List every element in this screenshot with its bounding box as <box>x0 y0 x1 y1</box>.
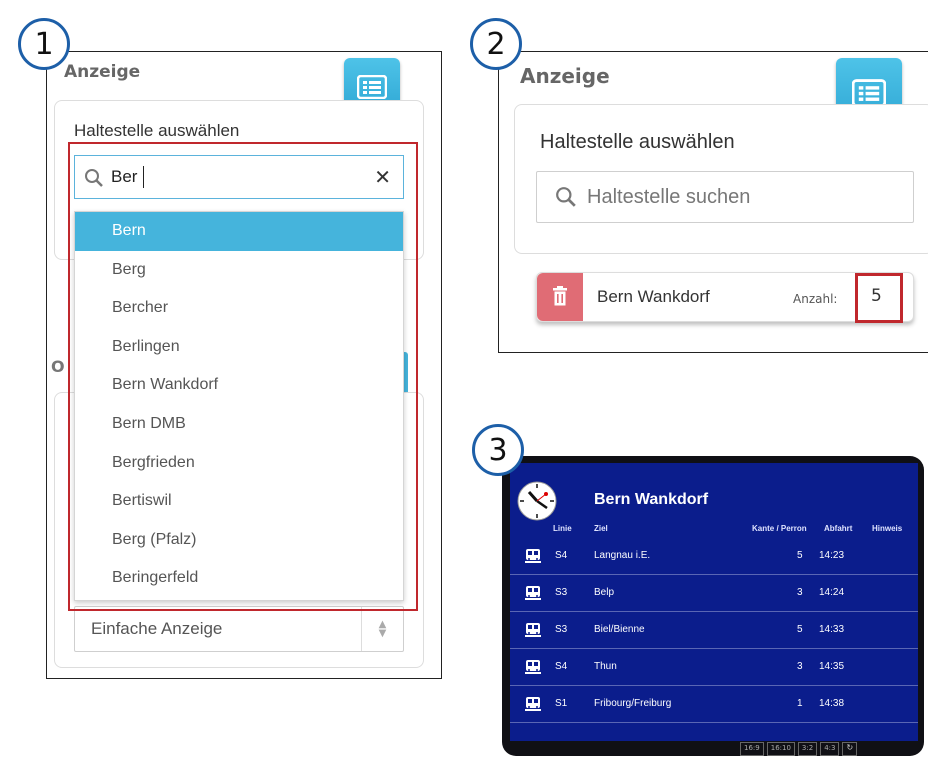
row-ziel: Belp <box>594 587 615 598</box>
count-input[interactable]: 5 <box>855 273 903 323</box>
search-icon <box>556 187 576 207</box>
train-icon <box>525 623 541 637</box>
search-icon <box>85 169 103 187</box>
row-linie: S1 <box>555 698 568 709</box>
row-abfahrt: 14:33 <box>819 624 845 635</box>
aspect-16-9[interactable]: 16:9 <box>740 742 764 756</box>
train-icon <box>525 549 541 563</box>
aspect-4-3[interactable]: 4:3 <box>820 742 840 756</box>
display-type-value: Einfache Anzeige <box>91 619 223 638</box>
list-item[interactable]: Bern Wankdorf <box>75 366 403 405</box>
header-ziel: Ziel <box>594 524 608 533</box>
aspect-16-10[interactable]: 16:10 <box>766 742 795 756</box>
rotate-icon[interactable]: ↻ <box>842 742 858 756</box>
row-abfahrt: 14:24 <box>819 587 845 598</box>
list-item[interactable]: Berlingen <box>75 328 403 367</box>
row-linie: S3 <box>555 587 568 598</box>
panel1-partial-letter: O <box>51 357 65 376</box>
list-icon <box>852 79 886 107</box>
panel2-heading: Anzeige <box>520 64 610 88</box>
train-icon <box>525 697 541 711</box>
list-item[interactable]: Berg <box>75 251 403 290</box>
stop-search-input[interactable]: Ber ✕ <box>74 155 404 199</box>
header-kante: Kante / Perron <box>752 524 807 533</box>
text-caret <box>143 166 144 188</box>
list-item[interactable]: Bercher <box>75 289 403 328</box>
row-linie: S4 <box>555 661 568 672</box>
list-item[interactable]: Beringerfeld <box>75 559 403 598</box>
row-abfahrt: 14:38 <box>819 698 845 709</box>
row-kante: 3 <box>797 587 803 598</box>
train-icon <box>525 660 541 674</box>
list-item[interactable]: Bern <box>75 212 403 251</box>
step-badge-3: 3 <box>472 424 524 476</box>
count-value: 5 <box>871 286 882 306</box>
row-ziel: Biel/Bienne <box>594 624 645 635</box>
count-label: Anzahl: <box>793 292 838 306</box>
row-linie: S4 <box>555 550 568 561</box>
list-icon <box>357 75 387 99</box>
stop-results-list: Bern Berg Bercher Berlingen Bern Wankdor… <box>74 211 404 601</box>
row-abfahrt: 14:35 <box>819 661 845 672</box>
step-badge-1: 1 <box>18 18 70 70</box>
aspect-ratio-bar: 16:9 16:10 3:2 4:3 ↻ <box>740 742 896 756</box>
table-row: S4 Thun 3 14:35 <box>510 649 918 686</box>
list-item[interactable]: Bern DMB <box>75 405 403 444</box>
select-arrows-icon: ▲ ▼ <box>361 607 403 651</box>
table-row: S3 Belp 3 14:24 <box>510 575 918 612</box>
clear-icon[interactable]: ✕ <box>374 165 391 189</box>
table-row: S1 Fribourg/Freiburg 1 14:38 <box>510 686 918 723</box>
header-linie: Linie <box>553 524 572 533</box>
search-placeholder: Haltestelle suchen <box>587 186 751 208</box>
panel2-select-label: Haltestelle auswählen <box>540 131 735 153</box>
step-badge-2: 2 <box>470 18 522 70</box>
row-kante: 5 <box>797 624 803 635</box>
panel1-heading: Anzeige <box>64 62 141 82</box>
header-hinweis: Hinweis <box>872 524 903 533</box>
departure-board: Bern Wankdorf Linie Ziel Kante / Perron … <box>510 463 918 741</box>
panel1-select-label: Haltestelle auswählen <box>74 121 240 140</box>
row-ziel: Fribourg/Freiburg <box>594 698 672 709</box>
row-abfahrt: 14:23 <box>819 550 845 561</box>
list-item[interactable]: Berg (Pfalz) <box>75 521 403 560</box>
trash-icon <box>553 286 567 306</box>
row-linie: S3 <box>555 624 568 635</box>
header-abfahrt: Abfahrt <box>824 524 853 533</box>
display-type-select[interactable]: Einfache Anzeige ▲ ▼ <box>74 606 404 652</box>
row-ziel: Thun <box>594 661 617 672</box>
board-title: Bern Wankdorf <box>594 491 709 508</box>
row-ziel: Langnau i.E. <box>594 550 651 561</box>
panel2-search-input[interactable]: Haltestelle suchen <box>536 171 914 223</box>
clock-icon <box>517 481 557 521</box>
list-item[interactable]: Bertiswil <box>75 482 403 521</box>
list-item[interactable]: Bergfrieden <box>75 444 403 483</box>
row-kante: 3 <box>797 661 803 672</box>
table-row: S3 Biel/Bienne 5 14:33 <box>510 612 918 649</box>
aspect-3-2[interactable]: 3:2 <box>797 742 818 756</box>
selected-stop-name: Bern Wankdorf <box>597 287 710 306</box>
search-value: Ber <box>111 167 138 186</box>
row-kante: 1 <box>797 698 803 709</box>
row-kante: 5 <box>797 550 803 561</box>
train-icon <box>525 586 541 600</box>
table-row: S4 Langnau i.E. 5 14:23 <box>510 538 918 575</box>
delete-button[interactable] <box>537 273 583 321</box>
